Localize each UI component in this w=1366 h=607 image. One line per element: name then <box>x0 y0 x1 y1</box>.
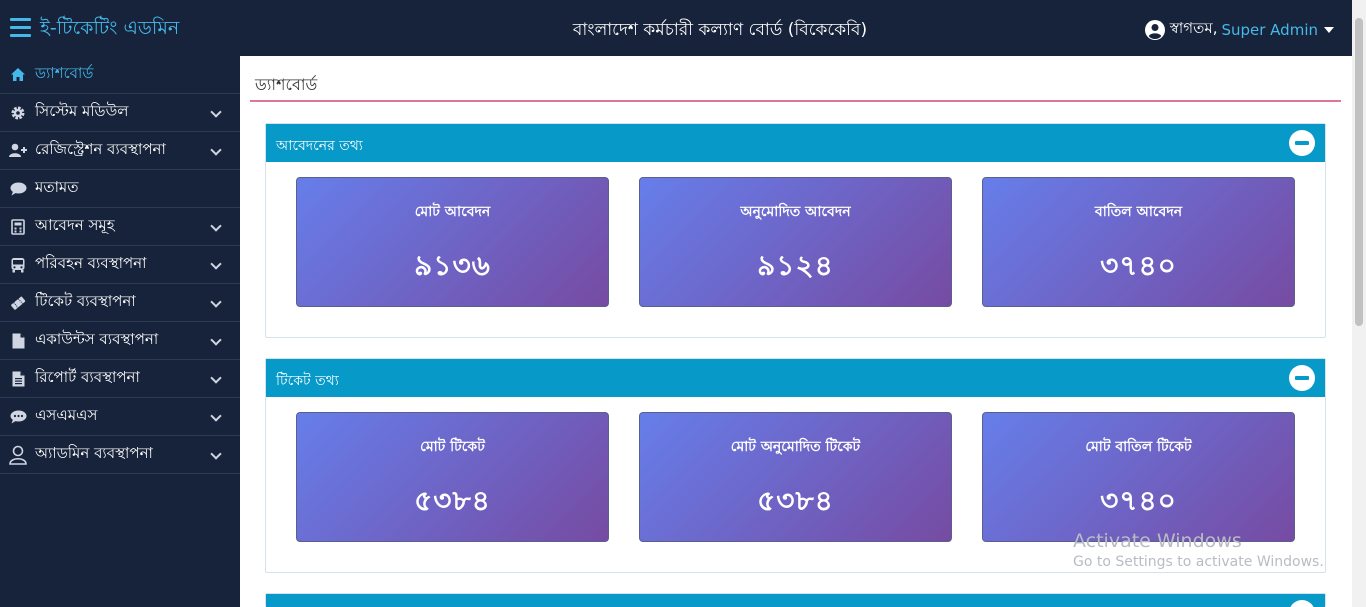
stat-card-approved-tickets: মোট অনুমোদিত টিকেট ৫৩৮৪ <box>639 412 952 542</box>
scrollbar-thumb[interactable] <box>1355 18 1363 326</box>
panel-header: টিকেট তথ্য <box>266 359 1325 397</box>
caret-down-icon[interactable] <box>1324 26 1334 33</box>
collapse-minus-icon[interactable] <box>1289 600 1315 607</box>
sidebar: ড্যাশবোর্ড সিস্টেম মডিউল রেজিস্ট্রেশন ব্… <box>0 56 240 607</box>
stat-value: ৯১২৪ <box>757 249 834 282</box>
sidebar-item-label: টিকেট ব্যবস্থাপনা <box>35 292 136 310</box>
chevron-down-icon <box>210 372 222 384</box>
sidebar-item-accounts[interactable]: একাউন্টস ব্যবস্থাপনা <box>0 322 240 360</box>
collapse-minus-icon[interactable] <box>1289 130 1315 156</box>
panel-header: আবেদনের তথ্য <box>266 124 1325 162</box>
ticket-info-panel: টিকেট তথ্য মোট টিকেট ৫৩৮৪ মোট অনুমোদিত ট… <box>265 358 1326 573</box>
comment-icon <box>9 180 27 198</box>
stat-value: ৫৩৮৪ <box>414 484 491 517</box>
main-content: ড্যাশবোর্ড আবেদনের তথ্য মোট আবেদন ৯১৩৬ অ… <box>240 56 1352 607</box>
user-menu[interactable]: স্বাগতম, Super Admin <box>1144 17 1334 42</box>
stat-card-rejected-applications: বাতিল আবেদন ৩৭৪০ <box>982 177 1295 307</box>
brand-title[interactable]: ই-টিকেটিং এডমিন <box>40 14 179 46</box>
sidebar-item-reports[interactable]: রিপোর্ট ব্যবস্থাপনা <box>0 360 240 398</box>
sidebar-item-label: অ্যাডমিন ব্যবস্থাপনা <box>35 444 153 462</box>
sidebar-item-ticket[interactable]: টিকেট ব্যবস্থাপনা <box>0 284 240 322</box>
chevron-down-icon <box>210 220 222 232</box>
chevron-down-icon <box>210 296 222 308</box>
welcome-text: স্বাগতম, <box>1169 19 1218 37</box>
sidebar-item-label: পরিবহন ব্যবস্থাপনা <box>35 254 147 272</box>
sidebar-item-feedback[interactable]: মতামত <box>0 170 240 208</box>
stat-value: ৫৩৮৪ <box>757 484 834 517</box>
sidebar-item-label: আবেদন সমূহ <box>35 216 115 234</box>
collapse-minus-icon[interactable] <box>1289 365 1315 391</box>
stat-label: মোট অনুমোদিত টিকেট <box>730 439 861 455</box>
title-divider <box>250 100 1341 102</box>
panel-header <box>266 594 1325 607</box>
stat-label: মোট বাতিল টিকেট <box>1085 439 1192 455</box>
applications-info-panel: আবেদনের তথ্য মোট আবেদন ৯১৩৬ অনুমোদিত আবে… <box>265 123 1326 338</box>
organization-title: বাংলাদেশ কর্মচারী কল্যাণ বোর্ড (বিকেকেবি… <box>572 20 868 40</box>
chevron-down-icon <box>210 334 222 346</box>
chevron-down-icon <box>210 106 222 118</box>
stat-value: ৩৭৪০ <box>1100 484 1177 517</box>
user-plus-icon <box>9 142 27 160</box>
sidebar-item-label: রিপোর্ট ব্যবস্থাপনা <box>35 368 140 386</box>
file-text-icon <box>9 370 27 388</box>
sidebar-item-applications[interactable]: আবেদন সমূহ <box>0 208 240 246</box>
chevron-down-icon <box>210 144 222 156</box>
username[interactable]: Super Admin <box>1221 21 1318 39</box>
gear-icon <box>9 104 27 122</box>
file-icon <box>9 332 27 350</box>
panel-title: টিকেট তথ্য <box>276 373 339 389</box>
chevron-down-icon <box>210 258 222 270</box>
page-title: ড্যাশবোর্ড <box>255 75 318 94</box>
sidebar-item-label: এসএমএস <box>35 406 98 424</box>
sidebar-item-sms[interactable]: এসএমএস <box>0 398 240 436</box>
stat-label: বাতিল আবেদন <box>1094 204 1183 220</box>
panel-title: আবেদনের তথ্য <box>276 138 363 154</box>
sidebar-item-label: সিস্টেম মডিউল <box>35 102 129 120</box>
calculator-icon <box>9 218 27 236</box>
user-circle-icon <box>1144 19 1165 40</box>
stat-label: অনুমোদিত আবেদন <box>740 204 851 220</box>
third-panel <box>265 593 1326 607</box>
stat-value: ৩৭৪০ <box>1100 249 1177 282</box>
stat-label: মোট আবেদন <box>414 204 491 220</box>
sidebar-item-system-module[interactable]: সিস্টেম মডিউল <box>0 94 240 132</box>
stat-card-total-applications: মোট আবেদন ৯১৩৬ <box>296 177 609 307</box>
stat-card-total-tickets: মোট টিকেট ৫৩৮৪ <box>296 412 609 542</box>
sidebar-item-label: একাউন্টস ব্যবস্থাপনা <box>35 330 159 348</box>
sidebar-item-registration[interactable]: রেজিস্ট্রেশন ব্যবস্থাপনা <box>0 132 240 170</box>
top-navbar: ই-টিকেটিং এডমিন বাংলাদেশ কর্মচারী কল্যাণ… <box>0 0 1352 56</box>
stat-card-rejected-tickets: মোট বাতিল টিকেট ৩৭৪০ <box>982 412 1295 542</box>
sidebar-item-label: ড্যাশবোর্ড <box>35 64 94 82</box>
sidebar-item-dashboard[interactable]: ড্যাশবোর্ড <box>0 56 240 94</box>
chevron-down-icon <box>210 410 222 422</box>
home-icon <box>9 66 27 84</box>
chevron-down-icon <box>210 448 222 460</box>
hamburger-menu-icon[interactable] <box>10 18 31 37</box>
user-outline-icon <box>9 445 27 465</box>
stat-value: ৯১৩৬ <box>414 249 491 282</box>
sidebar-item-transport[interactable]: পরিবহন ব্যবস্থাপনা <box>0 246 240 284</box>
ticket-icon <box>9 294 27 312</box>
sidebar-item-label: মতামত <box>35 178 79 196</box>
chat-dots-icon <box>9 408 27 426</box>
stat-label: মোট টিকেট <box>420 439 485 455</box>
sidebar-item-admin[interactable]: অ্যাডমিন ব্যবস্থাপনা <box>0 436 240 474</box>
bus-icon <box>9 256 27 274</box>
stat-card-approved-applications: অনুমোদিত আবেদন ৯১২৪ <box>639 177 952 307</box>
sidebar-item-label: রেজিস্ট্রেশন ব্যবস্থাপনা <box>35 140 166 158</box>
page-scrollbar[interactable] <box>1352 0 1366 607</box>
